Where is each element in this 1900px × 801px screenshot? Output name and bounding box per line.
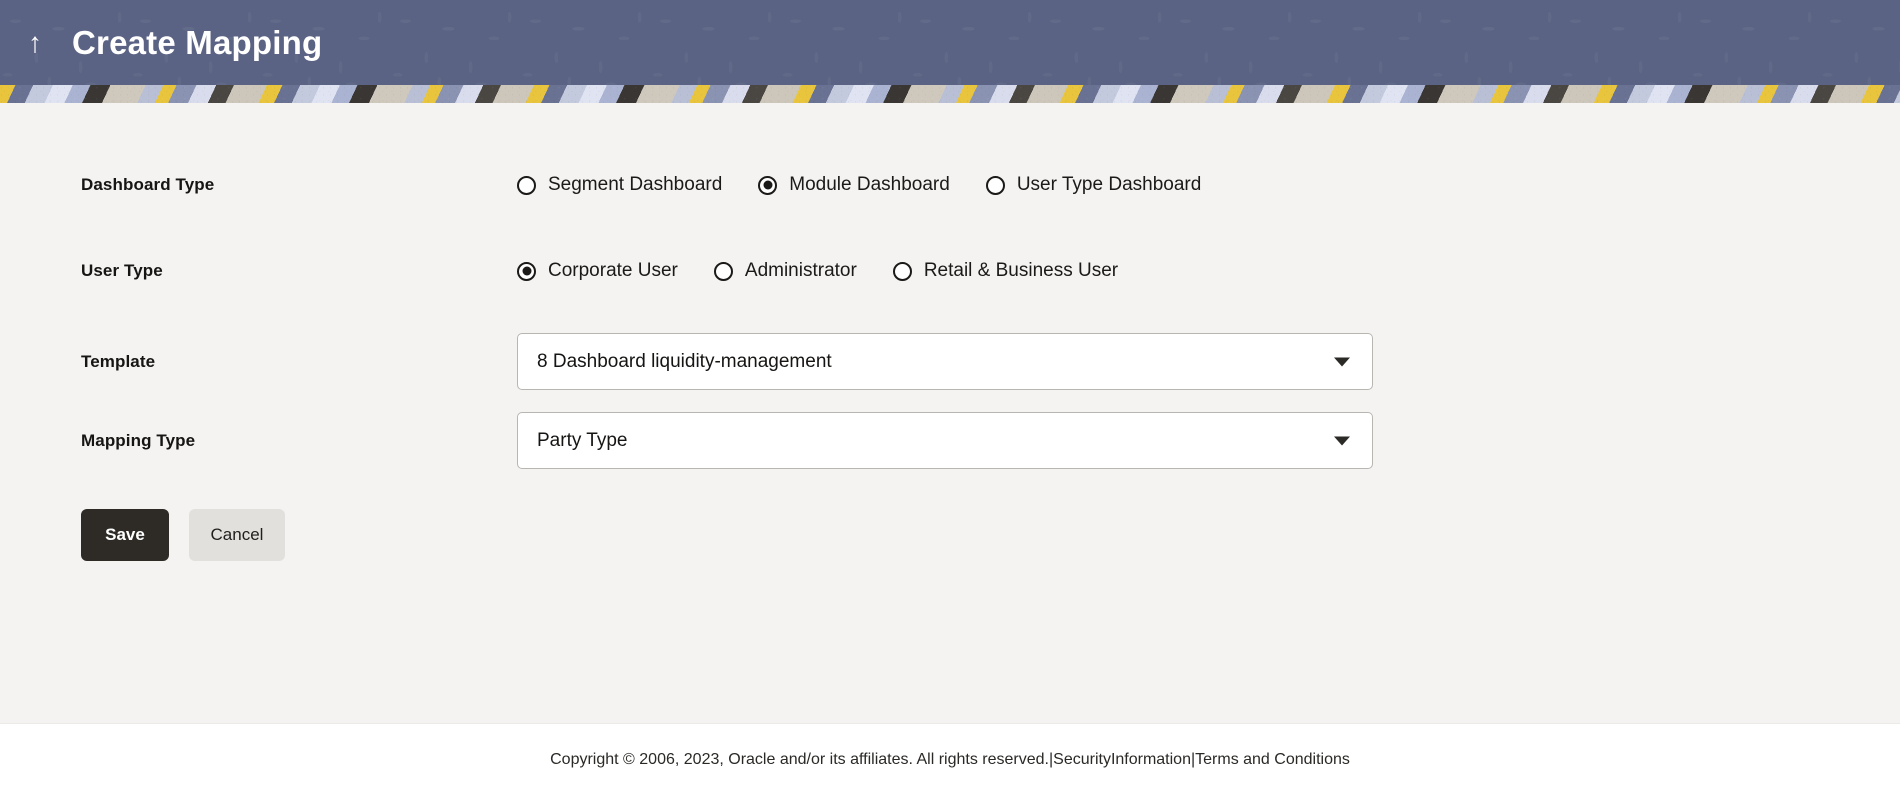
radio-option-corporate-user[interactable]: Corporate User: [517, 260, 678, 282]
radio-option-segment-dashboard[interactable]: Segment Dashboard: [517, 174, 722, 196]
label-mapping-type: Mapping Type: [81, 430, 196, 450]
page-header: ↑ Create Mapping: [0, 0, 1900, 103]
field-row-dashboard-type: Dashboard Type Segment Dashboard Module …: [81, 165, 1900, 205]
radio-circle-icon: [713, 261, 733, 281]
radio-circle-icon: [892, 261, 912, 281]
chevron-down-icon: [1334, 357, 1350, 366]
page-footer: Copyright © 2006, 2023, Oracle and/or it…: [0, 723, 1900, 801]
radio-label: User Type Dashboard: [1016, 174, 1202, 195]
field-row-mapping-type: Mapping Type Party Type: [81, 412, 1900, 469]
radio-option-user-type-dashboard[interactable]: User Type Dashboard: [985, 174, 1202, 196]
radio-option-module-dashboard[interactable]: Module Dashboard: [758, 174, 950, 196]
header-bar: ↑ Create Mapping: [0, 0, 1900, 85]
mapping-type-select-value: Party Type: [537, 429, 628, 451]
field-row-user-type: User Type Corporate User Administrator R…: [81, 251, 1900, 291]
radio-label: Module Dashboard: [789, 174, 950, 195]
radio-label: Corporate User: [548, 260, 678, 281]
radio-group-dashboard-type: Segment Dashboard Module Dashboard User …: [517, 174, 1201, 196]
radio-option-administrator[interactable]: Administrator: [713, 260, 857, 282]
create-mapping-form: Dashboard Type Segment Dashboard Module …: [0, 165, 1900, 561]
field-row-template: Template 8 Dashboard liquidity-managemen…: [81, 333, 1900, 390]
radio-label: Segment Dashboard: [548, 174, 723, 195]
radio-label: Retail & Business User: [923, 260, 1119, 281]
cancel-button[interactable]: Cancel: [189, 509, 285, 561]
label-dashboard-type: Dashboard Type: [81, 175, 215, 194]
decorative-stripe-band: [0, 85, 1900, 103]
copyright-text: Copyright © 2006, 2023, Oracle and/or it…: [550, 751, 1350, 768]
radio-group-user-type: Corporate User Administrator Retail & Bu…: [517, 260, 1118, 282]
create-mapping-page: ↑ Create Mapping Dashboard Type Segment …: [0, 0, 1900, 801]
form-actions: Save Cancel: [81, 509, 1900, 561]
page-title: Create Mapping: [72, 23, 323, 61]
save-button[interactable]: Save: [81, 509, 169, 561]
main-content: Dashboard Type Segment Dashboard Module …: [0, 103, 1900, 723]
up-arrow-icon[interactable]: ↑: [18, 23, 52, 63]
template-select[interactable]: 8 Dashboard liquidity-management: [517, 333, 1373, 390]
mapping-type-select[interactable]: Party Type: [517, 412, 1373, 469]
radio-circle-selected-icon: [517, 261, 536, 281]
radio-circle-icon: [517, 175, 536, 195]
label-user-type: User Type: [81, 261, 163, 280]
chevron-down-icon: [1334, 436, 1350, 445]
label-template: Template: [81, 351, 156, 371]
radio-circle-selected-icon: [758, 175, 778, 195]
template-select-value: 8 Dashboard liquidity-management: [537, 350, 832, 372]
radio-circle-icon: [985, 175, 1005, 195]
radio-option-retail-business-user[interactable]: Retail & Business User: [892, 260, 1119, 282]
radio-label: Administrator: [744, 260, 857, 281]
